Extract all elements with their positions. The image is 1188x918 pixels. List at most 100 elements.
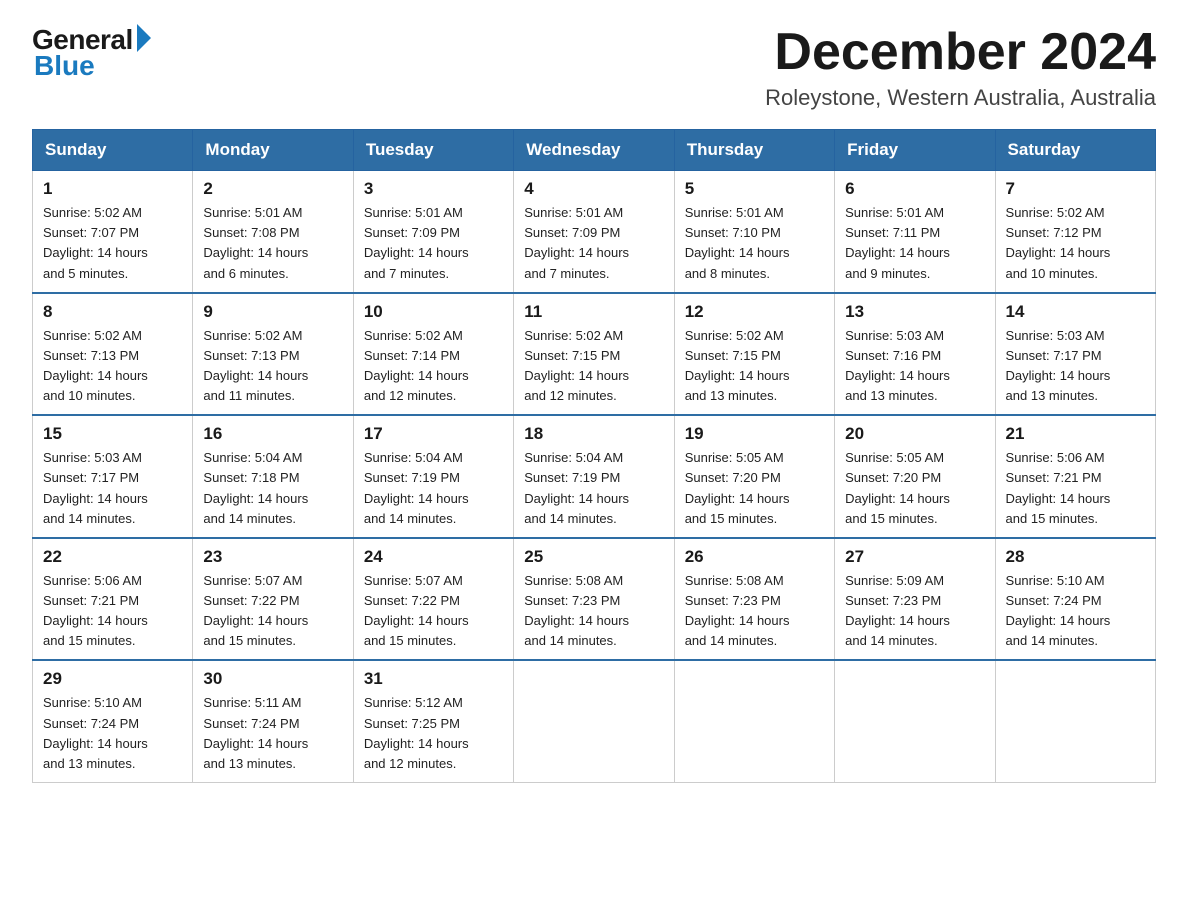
day-number: 8	[43, 302, 182, 322]
weekday-header-saturday: Saturday	[995, 130, 1155, 171]
day-info: Sunrise: 5:07 AM Sunset: 7:22 PM Dayligh…	[203, 571, 342, 652]
calendar-cell: 11 Sunrise: 5:02 AM Sunset: 7:15 PM Dayli…	[514, 293, 674, 416]
calendar-cell: 6 Sunrise: 5:01 AM Sunset: 7:11 PM Daylig…	[835, 171, 995, 293]
day-info: Sunrise: 5:06 AM Sunset: 7:21 PM Dayligh…	[1006, 448, 1145, 529]
calendar-header-row: SundayMondayTuesdayWednesdayThursdayFrid…	[33, 130, 1156, 171]
day-info: Sunrise: 5:08 AM Sunset: 7:23 PM Dayligh…	[685, 571, 824, 652]
day-number: 5	[685, 179, 824, 199]
calendar-cell: 3 Sunrise: 5:01 AM Sunset: 7:09 PM Daylig…	[353, 171, 513, 293]
page-header: General Blue December 2024 Roleystone, W…	[32, 24, 1156, 111]
day-info: Sunrise: 5:12 AM Sunset: 7:25 PM Dayligh…	[364, 693, 503, 774]
day-info: Sunrise: 5:05 AM Sunset: 7:20 PM Dayligh…	[685, 448, 824, 529]
day-number: 11	[524, 302, 663, 322]
day-info: Sunrise: 5:02 AM Sunset: 7:12 PM Dayligh…	[1006, 203, 1145, 284]
calendar-cell: 9 Sunrise: 5:02 AM Sunset: 7:13 PM Daylig…	[193, 293, 353, 416]
day-number: 20	[845, 424, 984, 444]
calendar-cell: 16Sunrise: 5:04 AM Sunset: 7:18 PM Dayli…	[193, 415, 353, 538]
calendar-week-row: 29 Sunrise: 5:10 AM Sunset: 7:24 PM Dayli…	[33, 660, 1156, 782]
day-number: 31	[364, 669, 503, 689]
calendar-cell: 23Sunrise: 5:07 AM Sunset: 7:22 PM Dayli…	[193, 538, 353, 661]
day-number: 28	[1006, 547, 1145, 567]
day-info: Sunrise: 5:11 AM Sunset: 7:24 PM Dayligh…	[203, 693, 342, 774]
calendar-cell: 4 Sunrise: 5:01 AM Sunset: 7:09 PM Daylig…	[514, 171, 674, 293]
day-info: Sunrise: 5:04 AM Sunset: 7:18 PM Dayligh…	[203, 448, 342, 529]
month-title: December 2024	[765, 24, 1156, 81]
day-number: 26	[685, 547, 824, 567]
weekday-header-friday: Friday	[835, 130, 995, 171]
calendar-week-row: 1 Sunrise: 5:02 AM Sunset: 7:07 PM Daylig…	[33, 171, 1156, 293]
day-info: Sunrise: 5:02 AM Sunset: 7:15 PM Dayligh…	[524, 326, 663, 407]
calendar-cell: 29 Sunrise: 5:10 AM Sunset: 7:24 PM Dayli…	[33, 660, 193, 782]
day-info: Sunrise: 5:03 AM Sunset: 7:17 PM Dayligh…	[1006, 326, 1145, 407]
day-info: Sunrise: 5:02 AM Sunset: 7:15 PM Dayligh…	[685, 326, 824, 407]
calendar-cell	[514, 660, 674, 782]
day-info: Sunrise: 5:01 AM Sunset: 7:11 PM Dayligh…	[845, 203, 984, 284]
day-info: Sunrise: 5:02 AM Sunset: 7:13 PM Dayligh…	[43, 326, 182, 407]
day-number: 4	[524, 179, 663, 199]
day-number: 2	[203, 179, 342, 199]
day-info: Sunrise: 5:07 AM Sunset: 7:22 PM Dayligh…	[364, 571, 503, 652]
day-number: 15	[43, 424, 182, 444]
calendar-cell: 28 Sunrise: 5:10 AM Sunset: 7:24 PM Dayli…	[995, 538, 1155, 661]
calendar-week-row: 15 Sunrise: 5:03 AM Sunset: 7:17 PM Dayli…	[33, 415, 1156, 538]
calendar-cell: 13 Sunrise: 5:03 AM Sunset: 7:16 PM Dayli…	[835, 293, 995, 416]
calendar-cell: 12 Sunrise: 5:02 AM Sunset: 7:15 PM Dayli…	[674, 293, 834, 416]
calendar-cell: 24Sunrise: 5:07 AM Sunset: 7:22 PM Dayli…	[353, 538, 513, 661]
calendar-cell: 2 Sunrise: 5:01 AM Sunset: 7:08 PM Daylig…	[193, 171, 353, 293]
calendar-cell: 1 Sunrise: 5:02 AM Sunset: 7:07 PM Daylig…	[33, 171, 193, 293]
logo-blue-text: Blue	[34, 50, 95, 82]
day-number: 22	[43, 547, 182, 567]
day-info: Sunrise: 5:01 AM Sunset: 7:09 PM Dayligh…	[524, 203, 663, 284]
day-number: 12	[685, 302, 824, 322]
day-number: 3	[364, 179, 503, 199]
day-info: Sunrise: 5:05 AM Sunset: 7:20 PM Dayligh…	[845, 448, 984, 529]
day-number: 1	[43, 179, 182, 199]
weekday-header-tuesday: Tuesday	[353, 130, 513, 171]
day-number: 7	[1006, 179, 1145, 199]
title-area: December 2024 Roleystone, Western Austra…	[765, 24, 1156, 111]
day-number: 29	[43, 669, 182, 689]
calendar-cell: 27 Sunrise: 5:09 AM Sunset: 7:23 PM Dayli…	[835, 538, 995, 661]
calendar-cell: 7 Sunrise: 5:02 AM Sunset: 7:12 PM Daylig…	[995, 171, 1155, 293]
day-info: Sunrise: 5:09 AM Sunset: 7:23 PM Dayligh…	[845, 571, 984, 652]
calendar-cell: 21 Sunrise: 5:06 AM Sunset: 7:21 PM Dayli…	[995, 415, 1155, 538]
location-label: Roleystone, Western Australia, Australia	[765, 85, 1156, 111]
day-info: Sunrise: 5:01 AM Sunset: 7:10 PM Dayligh…	[685, 203, 824, 284]
calendar-cell: 10Sunrise: 5:02 AM Sunset: 7:14 PM Dayli…	[353, 293, 513, 416]
day-number: 21	[1006, 424, 1145, 444]
day-number: 13	[845, 302, 984, 322]
calendar-cell: 8 Sunrise: 5:02 AM Sunset: 7:13 PM Daylig…	[33, 293, 193, 416]
day-info: Sunrise: 5:01 AM Sunset: 7:08 PM Dayligh…	[203, 203, 342, 284]
day-number: 19	[685, 424, 824, 444]
day-number: 27	[845, 547, 984, 567]
calendar-cell: 14Sunrise: 5:03 AM Sunset: 7:17 PM Dayli…	[995, 293, 1155, 416]
weekday-header-thursday: Thursday	[674, 130, 834, 171]
calendar-cell: 19 Sunrise: 5:05 AM Sunset: 7:20 PM Dayli…	[674, 415, 834, 538]
weekday-header-sunday: Sunday	[33, 130, 193, 171]
calendar-cell: 25Sunrise: 5:08 AM Sunset: 7:23 PM Dayli…	[514, 538, 674, 661]
day-info: Sunrise: 5:03 AM Sunset: 7:16 PM Dayligh…	[845, 326, 984, 407]
day-info: Sunrise: 5:01 AM Sunset: 7:09 PM Dayligh…	[364, 203, 503, 284]
day-info: Sunrise: 5:02 AM Sunset: 7:07 PM Dayligh…	[43, 203, 182, 284]
calendar-cell	[835, 660, 995, 782]
calendar-cell: 15 Sunrise: 5:03 AM Sunset: 7:17 PM Dayli…	[33, 415, 193, 538]
calendar-cell: 5 Sunrise: 5:01 AM Sunset: 7:10 PM Daylig…	[674, 171, 834, 293]
calendar-cell	[674, 660, 834, 782]
logo: General Blue	[32, 24, 151, 82]
day-number: 6	[845, 179, 984, 199]
weekday-header-monday: Monday	[193, 130, 353, 171]
calendar-cell: 22 Sunrise: 5:06 AM Sunset: 7:21 PM Dayli…	[33, 538, 193, 661]
day-info: Sunrise: 5:02 AM Sunset: 7:14 PM Dayligh…	[364, 326, 503, 407]
calendar-cell: 17Sunrise: 5:04 AM Sunset: 7:19 PM Dayli…	[353, 415, 513, 538]
calendar-cell: 18Sunrise: 5:04 AM Sunset: 7:19 PM Dayli…	[514, 415, 674, 538]
calendar-cell: 26 Sunrise: 5:08 AM Sunset: 7:23 PM Dayli…	[674, 538, 834, 661]
day-info: Sunrise: 5:10 AM Sunset: 7:24 PM Dayligh…	[1006, 571, 1145, 652]
calendar-week-row: 22 Sunrise: 5:06 AM Sunset: 7:21 PM Dayli…	[33, 538, 1156, 661]
weekday-header-wednesday: Wednesday	[514, 130, 674, 171]
day-info: Sunrise: 5:03 AM Sunset: 7:17 PM Dayligh…	[43, 448, 182, 529]
day-info: Sunrise: 5:06 AM Sunset: 7:21 PM Dayligh…	[43, 571, 182, 652]
day-info: Sunrise: 5:08 AM Sunset: 7:23 PM Dayligh…	[524, 571, 663, 652]
day-info: Sunrise: 5:02 AM Sunset: 7:13 PM Dayligh…	[203, 326, 342, 407]
day-number: 9	[203, 302, 342, 322]
day-info: Sunrise: 5:10 AM Sunset: 7:24 PM Dayligh…	[43, 693, 182, 774]
